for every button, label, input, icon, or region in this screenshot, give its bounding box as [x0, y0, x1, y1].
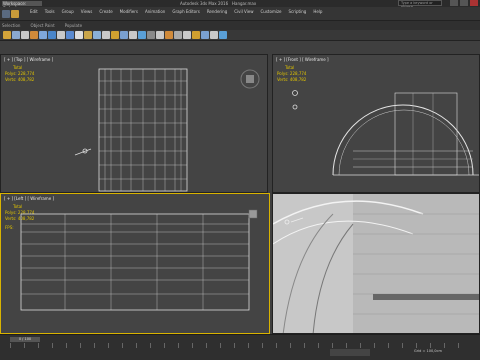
menu-item[interactable]: Animation — [145, 9, 165, 14]
toolbar-tool-icon[interactable] — [201, 31, 209, 39]
toolbar-tool-icon[interactable] — [111, 31, 119, 39]
menu-item[interactable]: Edit — [30, 9, 38, 14]
toolbar-tool-icon[interactable] — [147, 31, 155, 39]
perspective-view — [273, 194, 479, 333]
search-input[interactable]: Type a keyword or phrase — [398, 0, 442, 9]
toolbar-tool-icon[interactable] — [12, 31, 20, 39]
ribbon-tabs: Selection Object Paint Populate — [2, 23, 82, 28]
menu-item[interactable]: Graph Editors — [172, 9, 199, 14]
left-view-wireframe — [20, 209, 258, 311]
timeline-track[interactable] — [10, 343, 470, 348]
front-view-wireframe — [292, 90, 479, 176]
playback-controls-icon[interactable] — [330, 349, 370, 356]
toolbar-tool-icon[interactable] — [39, 31, 47, 39]
menu-item[interactable]: Rendering — [207, 9, 227, 14]
ribbon-tab[interactable]: Populate — [65, 23, 82, 28]
toolbar-tool-icon[interactable] — [210, 31, 218, 39]
file-name: Hangar.max — [232, 1, 257, 6]
ribbon-tab[interactable]: Object Paint — [30, 23, 54, 28]
title-bar: Workspace: Default Autodesk 3ds Max 2016… — [0, 0, 480, 11]
toolbar-tool-icon[interactable] — [66, 31, 74, 39]
viewcube-left — [248, 209, 258, 219]
open-file-icon[interactable] — [11, 10, 19, 18]
new-file-icon[interactable] — [2, 10, 10, 18]
toolbar-tool-icon[interactable] — [3, 31, 11, 39]
status-bar: 0 / 100 Grid = 100,0cm — [0, 334, 480, 360]
light-icon — [292, 90, 298, 110]
menu-item[interactable]: Views — [81, 9, 93, 14]
grid-readout: Grid = 100,0cm — [414, 349, 442, 353]
minimize-icon[interactable] — [450, 0, 458, 6]
top-view-wireframe — [74, 68, 260, 192]
toolbar-tool-icon[interactable] — [93, 31, 101, 39]
menu-item[interactable]: Group — [62, 9, 74, 14]
ribbon: Selection Object Paint Populate — [0, 21, 480, 30]
viewport-front[interactable]: [ + ] [Front ] [ Wireframe ] Total Polys… — [272, 54, 480, 193]
toolbar-tool-icon[interactable] — [219, 31, 227, 39]
menu-item[interactable]: Help — [313, 9, 322, 14]
toolbar-tool-icon[interactable] — [75, 31, 83, 39]
app-title: Autodesk 3ds Max 2016 — [180, 1, 229, 6]
toolbar-tool-icon[interactable] — [21, 31, 29, 39]
toolbar-tool-icon[interactable] — [192, 31, 200, 39]
toolbar-tool-icon[interactable] — [183, 31, 191, 39]
toolbar-tool-icon[interactable] — [84, 31, 92, 39]
menu-item[interactable]: Scripting — [289, 9, 307, 14]
time-slider[interactable]: 0 / 100 — [10, 337, 40, 342]
menu-item[interactable]: Create — [99, 9, 112, 14]
toolbar-tool-icon[interactable] — [138, 31, 146, 39]
toolbar-tool-icon[interactable] — [57, 31, 65, 39]
toolbar-tool-icon[interactable] — [120, 31, 128, 39]
menu-bar: Edit Tools Group Views Create Modifiers Animat… — [0, 7, 480, 21]
main-menu: Edit Tools Group Views Create Modifiers Animat… — [30, 9, 322, 14]
viewport-left[interactable]: [ + ] [Left ] [ Wireframe ] Total Polys:… — [0, 193, 270, 334]
ribbon-tab[interactable]: Selection — [2, 23, 20, 28]
toolbar-tool-icon[interactable] — [165, 31, 173, 39]
quick-access-toolbar — [2, 10, 19, 18]
viewport-perspective[interactable] — [272, 193, 480, 334]
camera-icon — [74, 148, 92, 156]
toolbar-tool-icon[interactable] — [129, 31, 137, 39]
viewport-top[interactable]: [ + ] [Top ] [ Wireframe ] Total Polys: … — [0, 54, 268, 193]
toolbar-tool-icon[interactable] — [48, 31, 56, 39]
viewcube-top — [240, 69, 260, 89]
close-icon[interactable] — [470, 0, 478, 6]
toolbar-tool-icon[interactable] — [156, 31, 164, 39]
toolbar-tool-icon[interactable] — [30, 31, 38, 39]
workspace-dropdown[interactable]: Workspace: Default — [2, 1, 42, 11]
maximize-icon[interactable] — [460, 0, 468, 6]
main-toolbar — [0, 30, 480, 41]
menu-item[interactable]: Tools — [45, 9, 55, 14]
menu-item[interactable]: Customize — [261, 9, 282, 14]
toolbar-tool-icon[interactable] — [102, 31, 110, 39]
menu-item[interactable]: Civil View — [234, 9, 253, 14]
toolbar-tool-icon[interactable] — [174, 31, 182, 39]
menu-item[interactable]: Modifiers — [120, 9, 138, 14]
